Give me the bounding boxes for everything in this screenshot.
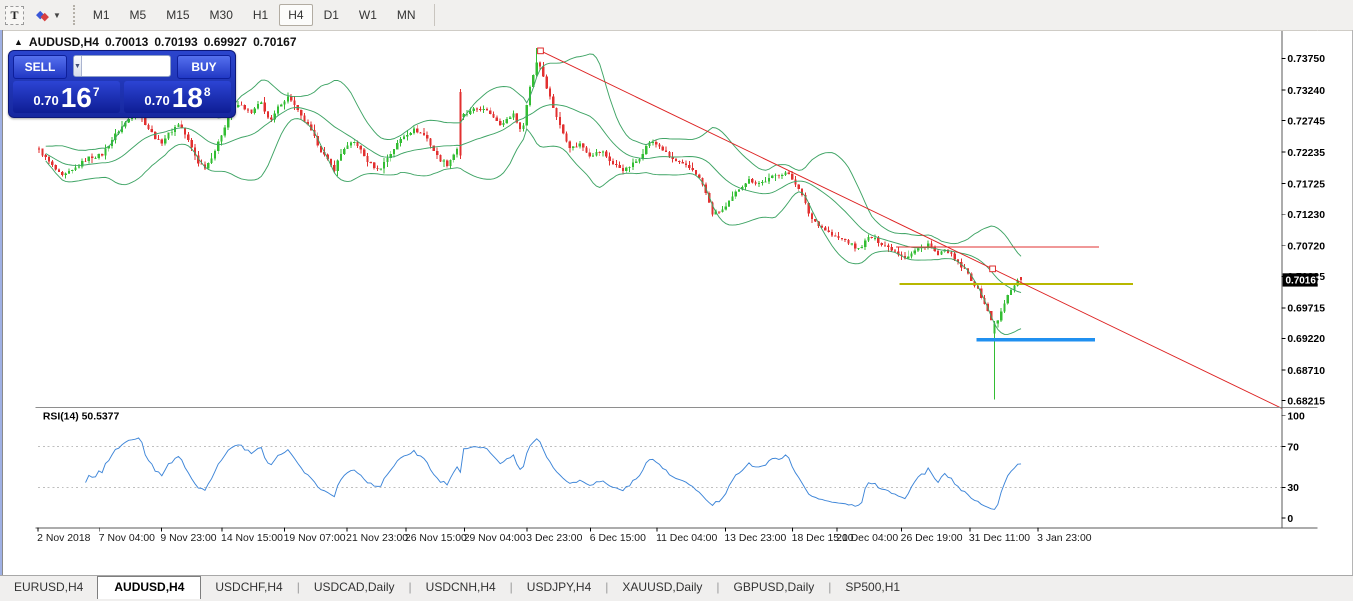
chart-symbol-label: AUDUSD,H4 (29, 35, 99, 49)
indicator-style-button[interactable]: ◆ ◆ ▼ (36, 7, 61, 23)
timeframe-button-h1[interactable]: H1 (244, 4, 277, 26)
text-tool-icon[interactable]: T (5, 6, 24, 25)
ohlc-open: 0.70013 (105, 35, 148, 49)
toolbar: T ◆ ◆ ▼ M1M5M15M30H1H4D1W1MN (0, 0, 1353, 31)
price-axis-label: 0.68215 (1287, 396, 1325, 407)
timeframe-buttons: M1M5M15M30H1H4D1W1MN (83, 0, 426, 30)
timeframe-button-d1[interactable]: D1 (315, 4, 348, 26)
rsi-indicator-label: RSI(14) 50.5377 (43, 412, 120, 423)
price-axis-label: 0.69220 (1287, 334, 1325, 345)
timeframe-button-m15[interactable]: M15 (157, 4, 198, 26)
price-axis-label: 0.73240 (1287, 86, 1325, 97)
chart-title: ▲ AUDUSD,H4 0.70013 0.70193 0.69927 0.70… (14, 35, 297, 49)
chart-tab-audusd-h4[interactable]: AUDUSD,H4 (97, 576, 201, 599)
time-axis-label: 3 Jan 23:00 (1037, 533, 1092, 544)
current-price-tag: 0.70167 (1283, 273, 1322, 286)
timeframe-button-h4[interactable]: H4 (279, 4, 312, 26)
chart-tab-xauusd-daily[interactable]: XAUUSD,Daily (608, 577, 716, 598)
ohlc-high: 0.70193 (154, 35, 197, 49)
volume-decrease-button[interactable]: ▼ (74, 56, 82, 76)
price-axis-label: 0.71230 (1287, 210, 1325, 221)
time-axis-label: 21 Dec 04:00 (836, 533, 898, 544)
trendline-handle[interactable] (538, 48, 544, 54)
diamond-icon: ◆ (40, 12, 48, 23)
sell-price-big: 16 (61, 85, 92, 111)
timeframe-button-m5[interactable]: M5 (121, 4, 156, 26)
collapse-panel-arrow-icon[interactable]: ▲ (14, 37, 23, 47)
time-axis-label: 29 Nov 04:00 (464, 533, 526, 544)
ohlc-low: 0.69927 (204, 35, 247, 49)
chart-tab-gbpusd-daily[interactable]: GBPUSD,Daily (720, 577, 829, 598)
sell-button[interactable]: SELL (13, 55, 67, 79)
trendline-handle[interactable] (990, 266, 996, 272)
time-axis-label: 11 Dec 04:00 (656, 533, 717, 544)
sell-price-sup: 7 (93, 85, 100, 99)
chart-tab-usdjpy-h4[interactable]: USDJPY,H4 (513, 577, 605, 598)
ohlc-close: 0.70167 (253, 35, 296, 49)
time-axis-label: 3 Dec 23:00 (526, 533, 582, 544)
svg-text:0.70167: 0.70167 (1285, 276, 1321, 287)
mt4-window: T ◆ ◆ ▼ M1M5M15M30H1H4D1W1MN 0.73750 0.73… (0, 0, 1353, 601)
timeframe-button-w1[interactable]: W1 (350, 4, 386, 26)
toolbar-separator (434, 4, 435, 26)
price-axis-label: 0.71725 (1287, 179, 1325, 190)
rsi-axis-label: 0 (1287, 514, 1293, 525)
time-axis-label: 19 Nov 07:00 (284, 533, 346, 544)
time-axis-label: 21 Nov 23:00 (346, 533, 408, 544)
price-axis-label: 0.68710 (1287, 366, 1325, 377)
chart-tab-usdcnh-h4[interactable]: USDCNH,H4 (412, 577, 510, 598)
buy-price-prefix: 0.70 (144, 93, 169, 108)
sell-price-prefix: 0.70 (33, 93, 58, 108)
sell-price-button[interactable]: 0.70 16 7 (13, 81, 120, 113)
rsi-axis-label: 30 (1287, 483, 1299, 494)
time-axis-label: 6 Dec 15:00 (590, 533, 646, 544)
volume-input[interactable] (82, 59, 171, 74)
chart-tab-sp500-h1[interactable]: SP500,H1 (831, 577, 914, 598)
time-axis-label: 7 Nov 04:00 (99, 533, 155, 544)
chart-tab-usdcad-daily[interactable]: USDCAD,Daily (300, 577, 409, 598)
one-click-trading-panel: SELL ▼ ▲ BUY 0.70 16 7 0.70 18 8 (8, 50, 236, 118)
toolbar-grip[interactable] (73, 5, 75, 25)
buy-button[interactable]: BUY (177, 55, 231, 79)
timeframe-button-m30[interactable]: M30 (201, 4, 242, 26)
timeframe-button-mn[interactable]: MN (388, 4, 425, 26)
price-axis-label: 0.73750 (1287, 54, 1325, 65)
rsi-axis-label: 100 (1287, 412, 1305, 423)
buy-price-sup: 8 (204, 85, 211, 99)
time-axis-label: 13 Dec 23:00 (724, 533, 786, 544)
price-axis-label: 0.72745 (1287, 116, 1325, 127)
volume-stepper: ▼ ▲ (73, 55, 171, 77)
time-axis-label: 9 Nov 23:00 (160, 533, 216, 544)
chart-tab-bar: EURUSD,H4AUDUSD,H4USDCHF,H4|USDCAD,Daily… (0, 575, 1353, 601)
time-axis-label: 14 Nov 15:00 (221, 533, 283, 544)
rsi-axis-label: 70 (1287, 442, 1299, 453)
price-axis-label: 0.72235 (1287, 148, 1325, 159)
price-axis-label: 0.69715 (1287, 304, 1325, 315)
time-axis-label: 26 Dec 19:00 (901, 533, 963, 544)
time-axis-label: 26 Nov 15:00 (405, 533, 467, 544)
dropdown-caret-icon[interactable]: ▼ (53, 11, 61, 20)
buy-price-button[interactable]: 0.70 18 8 (124, 81, 231, 113)
time-axis-label: 31 Dec 11:00 (969, 533, 1030, 544)
buy-price-big: 18 (172, 85, 203, 111)
time-axis-label: 2 Nov 2018 (37, 533, 90, 544)
chart-tab-eurusd-h4[interactable]: EURUSD,H4 (0, 577, 97, 598)
chart-tab-usdchf-h4[interactable]: USDCHF,H4 (201, 577, 296, 598)
price-axis-label: 0.70720 (1287, 242, 1325, 253)
timeframe-button-m1[interactable]: M1 (84, 4, 119, 26)
